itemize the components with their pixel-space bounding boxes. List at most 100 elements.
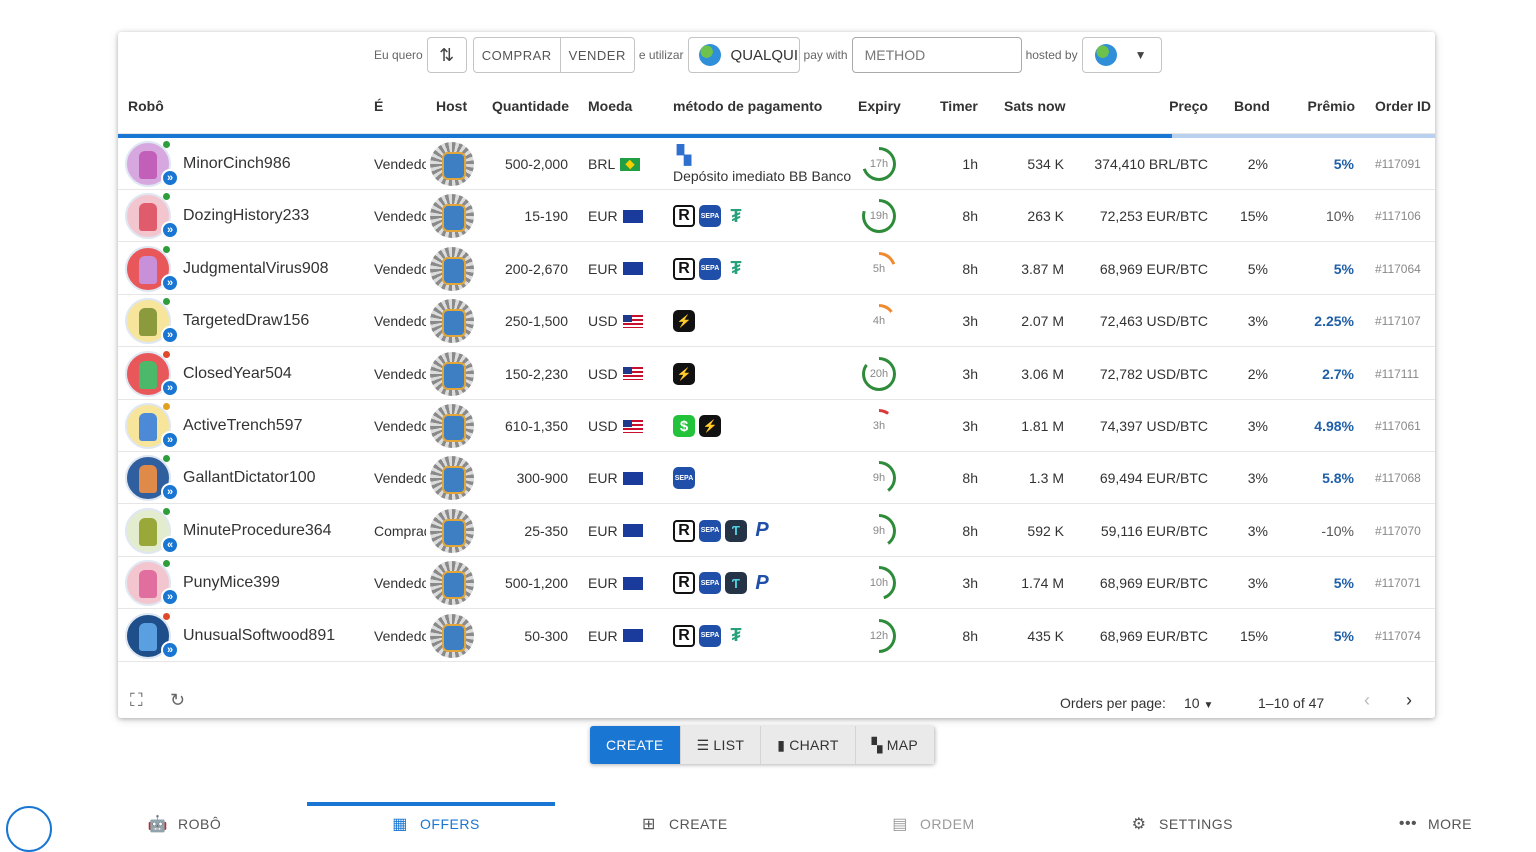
host-robot-icon[interactable] <box>430 246 474 291</box>
table-footer: ⛶ ↻ Orders per page: 10 ▼ 1–10 of 47 ‹ › <box>118 690 1435 718</box>
refresh-icon[interactable]: ↻ <box>170 690 185 711</box>
robot-name: TargetedDraw156 <box>183 312 310 330</box>
nav-create[interactable]: ⊞ CREATE <box>639 814 728 834</box>
fullscreen-icon[interactable]: ⛶ <box>130 690 143 711</box>
chart-view-button[interactable]: ▮ CHART <box>761 726 856 764</box>
nav-settings[interactable]: ⚙ SETTINGS <box>1129 814 1233 834</box>
currency-cell: EUR <box>588 505 643 557</box>
create-order-button[interactable]: CREATE <box>590 726 681 764</box>
payment-methods-cell: ⚡ <box>673 348 851 400</box>
currency-cell: USD <box>588 348 643 400</box>
column-header-amount[interactable]: Quantidade <box>492 98 569 114</box>
status-dot <box>163 507 170 515</box>
timer-value: 3h <box>962 365 978 382</box>
pagination-range: 1–10 of 47 <box>1258 695 1325 711</box>
column-header-sats[interactable]: Sats now <box>1004 98 1065 114</box>
column-header-price[interactable]: Preço <box>1169 98 1208 114</box>
payment-method-text: Depósito imediato BB Banco <box>673 168 851 184</box>
host-robot-icon[interactable] <box>430 194 474 239</box>
previous-page-icon[interactable]: ‹ <box>1364 690 1370 711</box>
nav-order[interactable]: ▤ ORDEM <box>890 814 975 834</box>
map-view-button[interactable]: ▚ MAP <box>855 726 935 764</box>
status-dot <box>163 455 170 463</box>
column-header-expiry[interactable]: Expiry <box>858 98 901 114</box>
robot-name: MinorCinch986 <box>183 155 291 172</box>
column-header-payment[interactable]: método de pagamento <box>673 98 822 114</box>
column-header-robot[interactable]: Robô <box>128 98 164 114</box>
per-page-select[interactable]: 10 ▼ <box>1184 695 1213 711</box>
host-robot-icon[interactable] <box>430 456 474 501</box>
payment-methods-cell: SEPA <box>673 452 851 504</box>
table-row[interactable]: » ClosedYear504 Vendedor 150-2,230 USD ⚡… <box>118 348 1435 400</box>
table-row[interactable]: » JudgmentalVirus908 Vendedor 200-2,670 … <box>118 243 1435 295</box>
user-robot-avatar[interactable] <box>6 806 52 852</box>
order-id: #117091 <box>1375 157 1421 171</box>
premium-value: 5% <box>1333 575 1354 592</box>
table-row[interactable]: » GallantDictator100 Vendedor 300-900 EU… <box>118 452 1435 505</box>
swap-direction-button[interactable]: ⇅ <box>426 37 467 73</box>
bond-value: 2% <box>1247 156 1268 172</box>
table-row[interactable]: « MinuteProcedure364 Comprador 25-350 EU… <box>118 505 1435 557</box>
column-header-timer[interactable]: Timer <box>940 98 978 114</box>
sats-now: 592 K <box>1027 522 1064 539</box>
payment-methods-cell: $ ⚡ <box>673 400 851 452</box>
nav-offers[interactable]: ▦ OFFERS <box>390 814 480 834</box>
host-cell <box>430 557 474 609</box>
list-icon: ☰ <box>696 736 710 753</box>
paypal-icon: P <box>751 572 773 595</box>
column-header-host[interactable]: Host <box>436 98 467 114</box>
host-robot-icon[interactable] <box>430 404 474 448</box>
order-id: #117071 <box>1375 576 1421 591</box>
robot-image <box>139 308 157 337</box>
payment-method-input[interactable]: METHOD <box>851 37 1022 73</box>
expiry-progress-ring: 9h <box>862 461 896 496</box>
host-robot-icon[interactable] <box>430 299 474 344</box>
host-robot-icon[interactable] <box>430 142 474 186</box>
host-select[interactable]: ▼ <box>1081 37 1162 73</box>
amount-range: 250-1,500 <box>504 313 568 330</box>
tether-icon: ₮ <box>725 205 747 228</box>
sell-toggle-button[interactable]: VENDER <box>559 38 634 72</box>
eur-flag-icon <box>622 471 643 485</box>
nav-more[interactable]: ••• MORE <box>1398 814 1472 834</box>
table-row[interactable]: » PunyMice399 Vendedor 500-1,200 EUR RSE… <box>118 557 1435 610</box>
per-page-label: Orders per page: <box>1060 695 1166 711</box>
column-header-premium[interactable]: Prêmio <box>1308 98 1355 114</box>
order-direction-badge: » <box>161 169 179 187</box>
order-id: #117068 <box>1375 471 1421 486</box>
bond-value: 3% <box>1247 470 1268 487</box>
currency-select[interactable]: QUALQUI <box>687 37 800 73</box>
column-header-type[interactable]: É <box>374 98 383 114</box>
table-row[interactable]: » TargetedDraw156 Vendedor 250-1,500 USD… <box>118 295 1435 348</box>
table-row[interactable]: » UnusualSoftwood891 Vendedor 50-300 EUR… <box>118 610 1435 662</box>
bond-value: 3% <box>1247 418 1268 434</box>
host-robot-icon[interactable] <box>430 561 474 606</box>
table-row[interactable]: » DozingHistory233 Vendedor 15-190 EUR R… <box>118 190 1435 243</box>
column-header-currency[interactable]: Moeda <box>588 98 632 114</box>
sats-now: 435 K <box>1027 627 1064 644</box>
table-row[interactable]: » ActiveTrench597 Vendedor 610-1,350 USD… <box>118 400 1435 452</box>
list-view-button[interactable]: ☰ LIST <box>680 726 762 764</box>
payment-methods-cell: R SEPA ₮ <box>673 610 851 662</box>
column-header-bond[interactable]: Bond <box>1234 98 1270 114</box>
table-row[interactable]: » MinorCinch986 Vendedor 500-2,000 BRL ▚… <box>118 138 1435 190</box>
expiry-label: 4h <box>865 307 893 336</box>
next-page-icon[interactable]: › <box>1406 690 1412 711</box>
column-header-order-id[interactable]: Order ID <box>1375 98 1431 114</box>
bond-value: 15% <box>1239 208 1268 225</box>
expiry-progress-ring: 12h <box>862 618 896 653</box>
timer-value: 8h <box>962 627 978 644</box>
chevron-down-icon: ▼ <box>1203 700 1214 711</box>
buy-toggle-button[interactable]: COMPRAR <box>474 38 560 72</box>
robot-name: JudgmentalVirus908 <box>183 259 329 277</box>
host-robot-icon[interactable] <box>430 508 474 553</box>
host-robot-icon[interactable] <box>430 613 474 658</box>
expiry-progress-ring: 17h <box>862 147 896 181</box>
currency-code: USD <box>588 313 618 330</box>
currency-code: EUR <box>588 470 618 487</box>
currency-code: BRL <box>588 156 616 172</box>
currency-cell: EUR <box>588 557 643 609</box>
host-cell <box>430 505 474 557</box>
host-robot-icon[interactable] <box>430 351 474 396</box>
nav-robot[interactable]: 🤖 ROBÔ <box>148 814 221 834</box>
